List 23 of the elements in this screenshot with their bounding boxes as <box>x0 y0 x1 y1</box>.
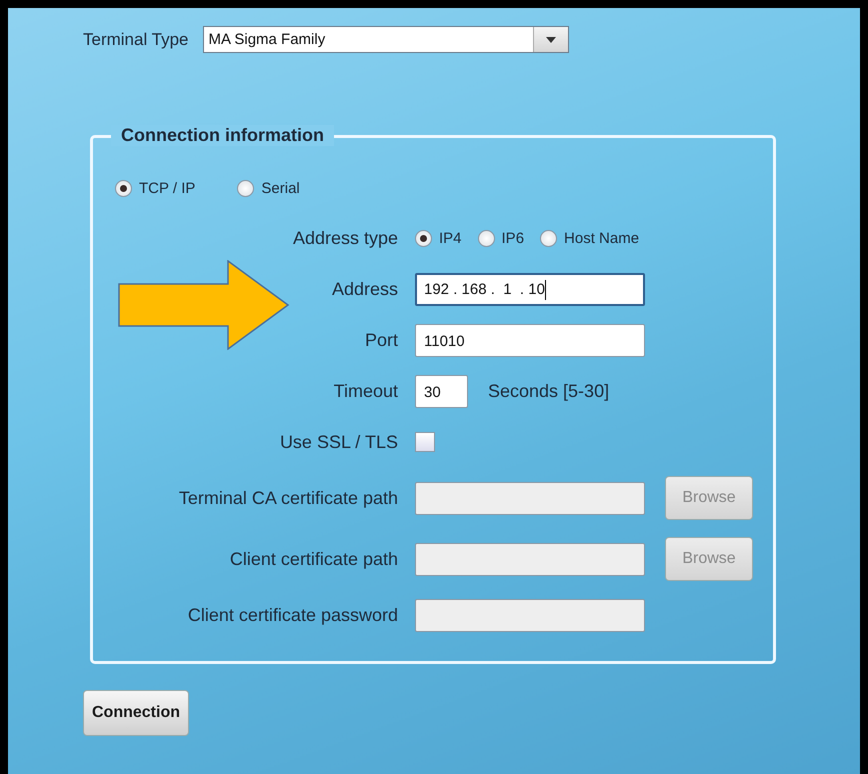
radio-option[interactable]: Host Name <box>540 230 640 246</box>
radio-option[interactable]: IP4 <box>415 230 462 246</box>
caret-icon <box>546 36 556 42</box>
radio-option[interactable]: IP6 <box>478 230 524 246</box>
input-field[interactable]: 11010 <box>415 324 645 356</box>
field-label: Client certificate password <box>186 604 398 626</box>
field-label: Port <box>364 330 398 350</box>
radio-option[interactable]: TCP / IP <box>115 180 196 197</box>
field-label: Terminal CA certificate path <box>178 488 398 508</box>
field-label: Address type <box>292 228 398 248</box>
field-label: Client certificate path <box>228 548 398 570</box>
field-label: Timeout <box>332 380 398 402</box>
field-label: Use SSL / TLS <box>278 432 398 452</box>
terminal-type-dropdown[interactable]: MA Sigma Family <box>202 26 569 53</box>
checkbox[interactable] <box>415 432 435 452</box>
connection-button[interactable]: Connection <box>83 690 189 736</box>
unit-label: Seconds [5-30] <box>488 380 610 402</box>
field-label: Address <box>330 278 398 300</box>
group-title: Connection information <box>111 125 334 146</box>
radio-option[interactable]: Serial <box>237 180 300 197</box>
input-field[interactable]: 30 <box>415 374 468 408</box>
terminal-type-label: Terminal Type <box>83 30 189 50</box>
input-field[interactable]: 192 . 168 . 1 . 10 <box>415 272 645 306</box>
